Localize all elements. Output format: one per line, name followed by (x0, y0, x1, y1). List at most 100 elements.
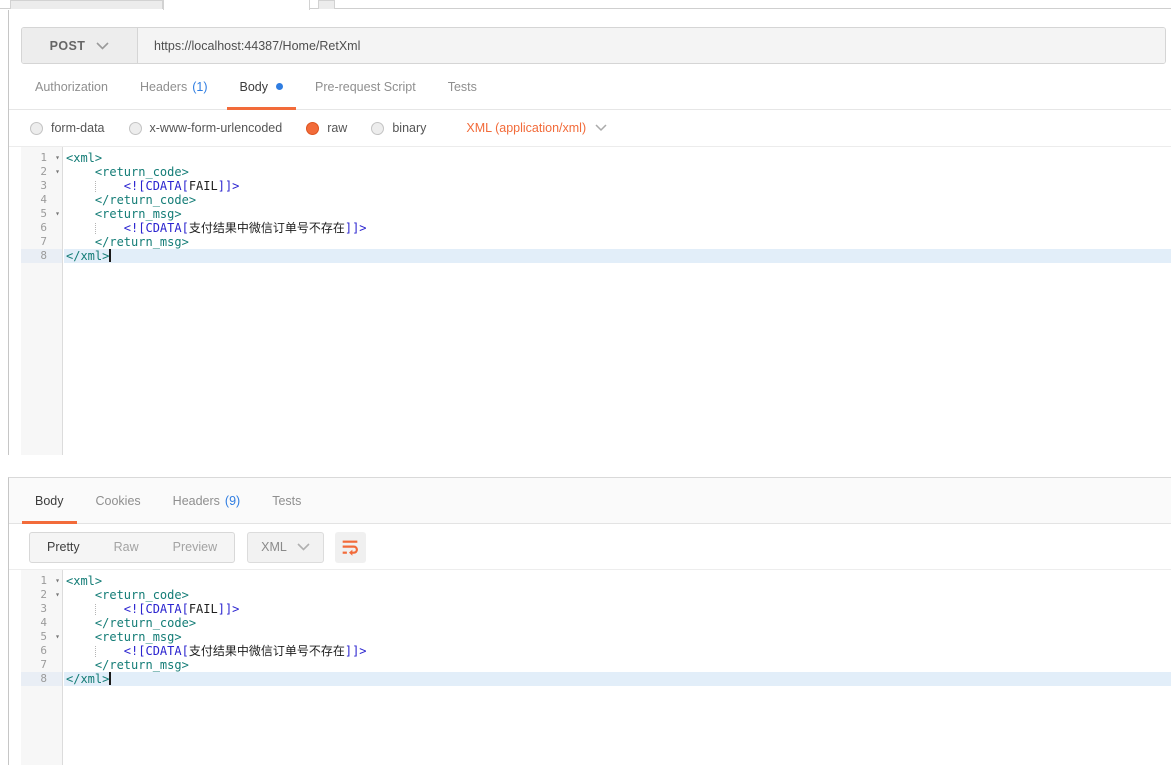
code-token (95, 646, 124, 657)
line-number-gutter: 1▾2▾345▾678 (21, 147, 63, 455)
body-mode-row: form-datax-www-form-urlencodedrawbinary … (9, 110, 1171, 147)
response-body-editor[interactable]: 1▾2▾345▾678<xml> <return_code> <![CDATA[… (9, 569, 1171, 765)
request-tab-authorization[interactable]: Authorization (22, 64, 121, 109)
code-token (66, 616, 95, 630)
code-line: <return_msg> (64, 630, 1171, 644)
new-tab-button[interactable] (318, 0, 335, 9)
radio-icon (371, 122, 384, 135)
tab-label: Cookies (96, 494, 141, 508)
code-line: <return_code> (64, 588, 1171, 602)
request-tab-tests[interactable]: Tests (435, 64, 490, 109)
method-selector[interactable]: POST (22, 28, 138, 63)
body-mode-form-data[interactable]: form-data (30, 121, 105, 135)
request-body-editor[interactable]: 1▾2▾345▾678<xml> <return_code> <![CDATA[… (9, 147, 1171, 455)
body-mode-radios: form-data x-www-form-urlencoded raw binary (30, 121, 450, 135)
code-token: <return_msg> (95, 207, 182, 221)
body-mode-raw[interactable]: raw (306, 121, 347, 135)
code-line: <![CDATA[FAIL]]> (64, 179, 1171, 193)
line-number: 1▾ (21, 151, 62, 165)
request-panel: POST https://localhost:44387/Home/RetXml… (8, 10, 1171, 455)
response-language-selector[interactable]: XML (247, 532, 324, 563)
fold-arrow-icon[interactable]: ▾ (55, 165, 60, 179)
tab-label: Headers (173, 494, 220, 508)
line-number: 7 (21, 658, 62, 672)
content-type-label: XML (application/xml) (466, 121, 586, 135)
body-mode-x-www-form-urlencoded[interactable]: x-www-form-urlencoded (129, 121, 283, 135)
code-line: <xml> (64, 574, 1171, 588)
tab-count-badge: (1) (192, 80, 207, 94)
code-token (95, 223, 124, 234)
tab-label: Body (35, 494, 64, 508)
code-token (66, 235, 95, 249)
code-line: <xml> (64, 151, 1171, 165)
radio-icon (129, 122, 142, 135)
view-mode-raw[interactable]: Raw (97, 533, 156, 562)
code-token: <![CDATA[ (124, 221, 189, 235)
wrap-lines-icon (339, 536, 361, 558)
line-number: 7 (21, 235, 62, 249)
code-token: <![CDATA[ (124, 602, 189, 616)
fold-arrow-icon[interactable]: ▾ (55, 588, 60, 602)
code-token: <![CDATA[ (124, 644, 189, 658)
view-mode-preview[interactable]: Preview (156, 533, 234, 562)
code-token (66, 165, 95, 179)
line-number: 6 (21, 221, 62, 235)
line-number: 1▾ (21, 574, 62, 588)
code-token (95, 604, 124, 615)
tab-label: Pre-request Script (315, 80, 416, 94)
app-tab-strip (0, 0, 1171, 9)
code-token: <xml> (66, 151, 102, 165)
radio-icon (30, 122, 43, 135)
line-number: 8 (21, 672, 62, 686)
method-label: POST (50, 39, 86, 53)
response-tab-tests[interactable]: Tests (259, 478, 314, 523)
code-line: <![CDATA[FAIL]]> (64, 602, 1171, 616)
radio-label: x-www-form-urlencoded (150, 121, 283, 135)
fold-arrow-icon[interactable]: ▾ (55, 574, 60, 588)
text-cursor (109, 249, 111, 262)
view-mode-pretty[interactable]: Pretty (30, 533, 97, 562)
url-input[interactable]: https://localhost:44387/Home/RetXml (138, 28, 1165, 63)
wrap-lines-button[interactable] (335, 532, 366, 563)
code-token: </return_code> (95, 193, 196, 207)
app-tab-inactive[interactable] (10, 0, 163, 9)
code-token: ]]> (345, 221, 367, 235)
line-number: 4 (21, 616, 62, 630)
tab-count-badge: (9) (225, 494, 240, 508)
code-line: <![CDATA[支付结果中微信订单号不存在]]> (64, 644, 1171, 658)
line-number: 6 (21, 644, 62, 658)
line-number: 4 (21, 193, 62, 207)
fold-arrow-icon[interactable]: ▾ (55, 151, 60, 165)
line-number: 5▾ (21, 207, 62, 221)
text-cursor (109, 672, 111, 685)
chevron-down-icon (96, 42, 109, 50)
radio-icon (306, 122, 319, 135)
app-tab-active[interactable] (163, 0, 310, 10)
code-token: <return_code> (95, 588, 189, 602)
response-tab-body[interactable]: Body (22, 478, 77, 523)
code-line: </return_code> (64, 193, 1171, 207)
response-tab-cookies[interactable]: Cookies (83, 478, 154, 523)
request-tab-pre-request-script[interactable]: Pre-request Script (302, 64, 429, 109)
radio-label: form-data (51, 121, 105, 135)
request-tab-headers[interactable]: Headers(1) (127, 64, 221, 109)
response-tab-headers[interactable]: Headers (9) (160, 478, 254, 523)
response-tabs: Body Cookies Headers (9) Tests (9, 478, 1171, 524)
code-token: ]]> (218, 179, 240, 193)
code-token: </xml> (66, 672, 109, 686)
line-number: 8 (21, 249, 62, 263)
code-token (66, 193, 95, 207)
code-token (66, 602, 95, 616)
fold-arrow-icon[interactable]: ▾ (55, 630, 60, 644)
request-tabs: Authorization Headers(1)Body Pre-request S… (9, 64, 1171, 110)
code-token (95, 181, 124, 192)
body-mode-binary[interactable]: binary (371, 121, 426, 135)
content-type-selector[interactable]: XML (application/xml) (466, 121, 607, 135)
request-tab-body[interactable]: Body (227, 64, 297, 109)
code-token: 支付结果中微信订单号不存在 (189, 221, 345, 235)
code-token: <return_msg> (95, 630, 182, 644)
fold-arrow-icon[interactable]: ▾ (55, 207, 60, 221)
tab-label: Authorization (35, 80, 108, 94)
radio-label: binary (392, 121, 426, 135)
unsaved-changes-dot (276, 83, 283, 90)
